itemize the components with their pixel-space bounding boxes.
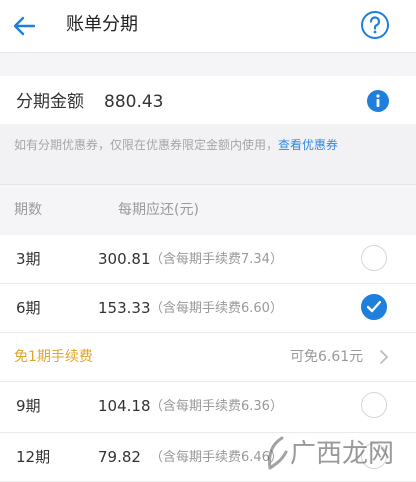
fee-waiver-value: 可免6.61元	[290, 349, 364, 365]
fee-waiver-row[interactable]: 免1期手续费 可免6.61元	[0, 333, 416, 382]
payment-column-header: 每期应还(元)	[118, 202, 199, 218]
plan-radio[interactable]	[361, 443, 387, 469]
view-coupons-link[interactable]: 查看优惠券	[278, 138, 338, 152]
plan-fee: （含每期手续费7.34）	[150, 252, 283, 267]
term-column-header: 期数	[14, 202, 42, 218]
info-icon[interactable]	[366, 89, 390, 113]
checkmark-icon	[367, 301, 381, 313]
coupon-notice: 如有分期优惠券，仅限在优惠券限定金额内使用，查看优惠券	[0, 124, 416, 184]
plan-amount: 79.82	[98, 448, 141, 466]
installment-plan-list: 3期 300.81 （含每期手续费7.34） 6期 153.33 （含每期手续费…	[0, 235, 416, 482]
plan-fee: （含每期手续费6.36）	[150, 399, 283, 414]
plan-row-12[interactable]: 12期 79.82 （含每期手续费6.46）	[0, 433, 416, 482]
plan-fee: （含每期手续费6.60）	[150, 301, 283, 316]
plan-amount: 153.33	[98, 299, 151, 317]
arrow-left-icon[interactable]	[10, 12, 38, 40]
amount-value: 880.43	[104, 92, 164, 112]
plan-term: 6期	[16, 299, 41, 317]
plan-row-6[interactable]: 6期 153.33 （含每期手续费6.60）	[0, 284, 416, 333]
coupon-description: 如有分期优惠券，仅限在优惠券限定金额内使用，	[14, 138, 279, 152]
chevron-right-icon	[380, 350, 389, 364]
plan-radio[interactable]	[361, 392, 387, 418]
plan-row-9[interactable]: 9期 104.18 （含每期手续费6.36）	[0, 382, 416, 433]
amount-label: 分期金额	[16, 92, 84, 112]
top-bar: 账单分期	[0, 0, 416, 53]
page-title: 账单分期	[66, 14, 138, 35]
plan-term: 9期	[16, 397, 41, 415]
fee-waiver-label: 免1期手续费	[14, 349, 93, 365]
plan-fee: （含每期手续费6.46）	[150, 450, 283, 465]
plan-amount: 300.81	[98, 250, 151, 268]
question-circle-icon[interactable]	[360, 10, 390, 40]
plan-radio-checked[interactable]	[361, 294, 387, 320]
plan-amount: 104.18	[98, 397, 151, 415]
plan-row-3[interactable]: 3期 300.81 （含每期手续费7.34）	[0, 235, 416, 284]
plan-term: 12期	[16, 448, 51, 466]
plan-radio[interactable]	[361, 245, 387, 271]
plan-term: 3期	[16, 250, 41, 268]
column-header-row: 期数 每期应还(元)	[0, 184, 416, 236]
coupon-text: 如有分期优惠券，仅限在优惠券限定金额内使用，查看优惠券	[14, 136, 338, 154]
amount-card: 分期金额 880.43 如有分期优惠券，仅限在优惠券限定金额内使用，查看优惠券	[0, 76, 416, 184]
